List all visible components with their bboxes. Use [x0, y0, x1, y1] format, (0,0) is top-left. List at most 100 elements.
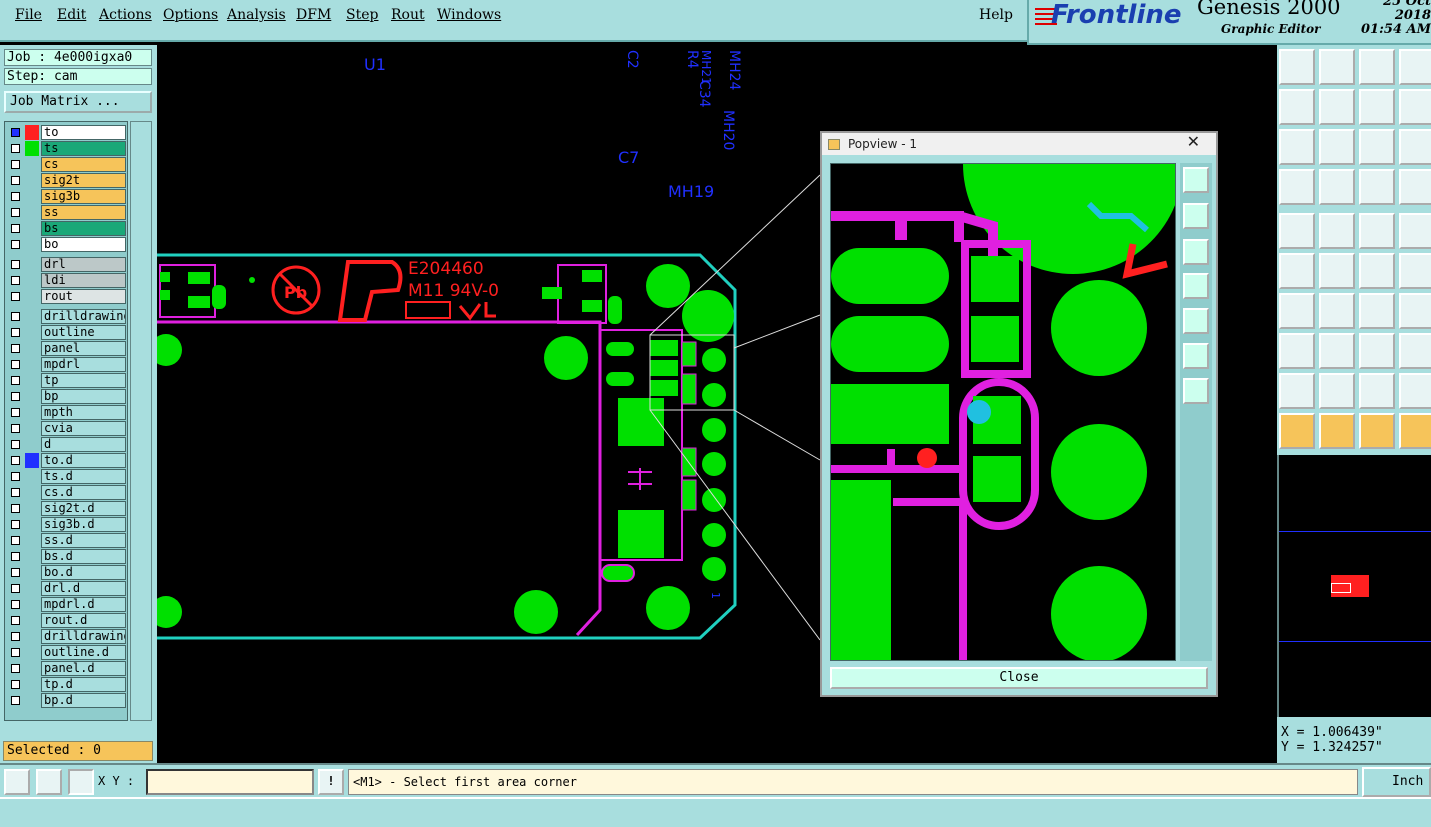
- layer-name[interactable]: bs: [41, 221, 126, 236]
- layer-name[interactable]: sig2t: [41, 173, 126, 188]
- undo-icon[interactable]: [1359, 89, 1395, 125]
- redo-icon[interactable]: [1399, 89, 1431, 125]
- layer-name[interactable]: bo: [41, 237, 126, 252]
- minimap[interactable]: [1277, 455, 1431, 717]
- popview-close-button[interactable]: Close: [830, 667, 1208, 689]
- layer-row-1[interactable]: ts: [7, 141, 127, 156]
- layer-checkbox[interactable]: [11, 360, 20, 369]
- layer-row-16[interactable]: bp: [7, 389, 127, 404]
- layer-checkbox[interactable]: [11, 376, 20, 385]
- layer-row-34[interactable]: tp.d: [7, 677, 127, 692]
- layer-row-9[interactable]: ldi: [7, 273, 127, 288]
- layer-name[interactable]: ts.d: [41, 469, 126, 484]
- layer-color-swatch[interactable]: [25, 645, 39, 660]
- layer-checkbox[interactable]: [11, 680, 20, 689]
- layer-name[interactable]: panel.d: [41, 661, 126, 676]
- layer-color-swatch[interactable]: [25, 289, 39, 304]
- menu-file[interactable]: File: [15, 7, 42, 23]
- layer-checkbox[interactable]: [11, 520, 20, 529]
- pointer-box-icon[interactable]: [1319, 413, 1355, 449]
- layer-name[interactable]: bs.d: [41, 549, 126, 564]
- layer-color-swatch[interactable]: [25, 693, 39, 708]
- layer-checkbox[interactable]: [11, 128, 20, 137]
- layer-color-swatch[interactable]: [25, 341, 39, 356]
- layer-color-swatch[interactable]: [25, 661, 39, 676]
- xy-input[interactable]: [146, 769, 314, 795]
- layer-row-3[interactable]: sig2t: [7, 173, 127, 188]
- layer-row-28[interactable]: drl.d: [7, 581, 127, 596]
- layer-row-13[interactable]: panel: [7, 341, 127, 356]
- layer-row-19[interactable]: d: [7, 437, 127, 452]
- layer-checkbox[interactable]: [11, 536, 20, 545]
- layer-name[interactable]: bp: [41, 389, 126, 404]
- layer-color-swatch[interactable]: [25, 189, 39, 204]
- measure-icon[interactable]: [36, 769, 62, 795]
- layer-checkbox[interactable]: [11, 240, 20, 249]
- layer-checkbox[interactable]: [11, 584, 20, 593]
- display-icon[interactable]: [1399, 169, 1431, 205]
- layer-color-swatch[interactable]: [25, 273, 39, 288]
- line-icon[interactable]: [1359, 253, 1395, 289]
- menu-analysis[interactable]: Analysis: [227, 7, 286, 23]
- layer-name[interactable]: rout: [41, 289, 126, 304]
- units-selector[interactable]: Inch: [1362, 767, 1431, 797]
- layer-checkbox[interactable]: [11, 192, 20, 201]
- layer-row-23[interactable]: sig2t.d: [7, 501, 127, 516]
- layer-color-swatch[interactable]: [25, 549, 39, 564]
- menu-edit[interactable]: Edit: [57, 7, 86, 23]
- pointer-cross-icon[interactable]: [1359, 413, 1395, 449]
- layer-row-21[interactable]: ts.d: [7, 469, 127, 484]
- settings-icon[interactable]: [1279, 169, 1315, 205]
- grid-icon[interactable]: [1319, 169, 1355, 205]
- layer-color-swatch[interactable]: [25, 405, 39, 420]
- layer-row-32[interactable]: outline.d: [7, 645, 127, 660]
- layer-color-swatch[interactable]: [25, 205, 39, 220]
- layer-name[interactable]: drilldrawing: [41, 309, 126, 324]
- layer-color-swatch[interactable]: [25, 485, 39, 500]
- layer-color-swatch[interactable]: [25, 517, 39, 532]
- minus-icon[interactable]: [1319, 333, 1355, 369]
- layer-row-25[interactable]: ss.d: [7, 533, 127, 548]
- layer-color-swatch[interactable]: [25, 373, 39, 388]
- layer-checkbox[interactable]: [11, 552, 20, 561]
- alert-icon[interactable]: !: [318, 769, 344, 795]
- layer-name[interactable]: panel: [41, 341, 126, 356]
- layer-name[interactable]: tp: [41, 373, 126, 388]
- layer-color-swatch[interactable]: [25, 501, 39, 516]
- group-icon[interactable]: [1399, 333, 1431, 369]
- layer-name[interactable]: sig3b: [41, 189, 126, 204]
- snap-icon[interactable]: [1279, 213, 1315, 249]
- triangle-outline-icon[interactable]: [1399, 373, 1431, 409]
- layer-name[interactable]: ldi: [41, 273, 126, 288]
- layer-checkbox[interactable]: [11, 648, 20, 657]
- layer-color-swatch[interactable]: [25, 421, 39, 436]
- arc-icon[interactable]: [1399, 253, 1431, 289]
- layer-color-swatch[interactable]: [25, 565, 39, 580]
- home-icon[interactable]: [1359, 49, 1395, 85]
- layers-icon[interactable]: [1359, 169, 1395, 205]
- layer-checkbox[interactable]: [11, 456, 20, 465]
- popview-pan-left-button[interactable]: [1183, 273, 1209, 299]
- layer-checkbox[interactable]: [11, 312, 20, 321]
- layer-row-12[interactable]: outline: [7, 325, 127, 340]
- layer-checkbox[interactable]: [11, 696, 20, 705]
- layer-name[interactable]: tp.d: [41, 677, 126, 692]
- layer-row-29[interactable]: mpdrl.d: [7, 597, 127, 612]
- help-icon[interactable]: [1399, 129, 1431, 165]
- layer-list-scrollbar[interactable]: [130, 121, 152, 721]
- layer-checkbox[interactable]: [11, 392, 20, 401]
- layer-color-swatch[interactable]: [25, 629, 39, 644]
- layer-name[interactable]: ss: [41, 205, 126, 220]
- triangle-icon[interactable]: [1279, 373, 1315, 409]
- layer-name[interactable]: mpdrl: [41, 357, 126, 372]
- layer-name[interactable]: sig3b.d: [41, 517, 126, 532]
- layer-name[interactable]: d: [41, 437, 126, 452]
- layer-name[interactable]: ss.d: [41, 533, 126, 548]
- layer-name[interactable]: mpdrl.d: [41, 597, 126, 612]
- popview-canvas[interactable]: [830, 163, 1176, 661]
- layer-checkbox[interactable]: [11, 224, 20, 233]
- layer-row-7[interactable]: bo: [7, 237, 127, 252]
- fit-icon[interactable]: [1279, 129, 1315, 165]
- layer-color-swatch[interactable]: [25, 597, 39, 612]
- popview-pan-up-button[interactable]: [1183, 203, 1209, 229]
